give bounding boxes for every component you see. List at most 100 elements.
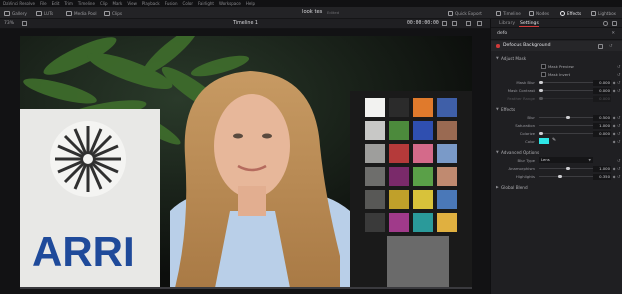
- mask-invert-checkbox[interactable]: [541, 72, 546, 77]
- anamorphism-value[interactable]: 1.000: [593, 165, 611, 172]
- reset-icon[interactable]: ↺: [617, 139, 621, 144]
- tab-settings[interactable]: Settings: [520, 21, 539, 26]
- reset-icon[interactable]: ↺: [617, 64, 621, 69]
- lightbox-button[interactable]: Lightbox: [591, 8, 616, 18]
- slider-knob[interactable]: [539, 80, 543, 85]
- luts-button[interactable]: LUTs: [36, 9, 53, 17]
- keyframe-icon[interactable]: [612, 116, 616, 120]
- divider: [491, 39, 622, 40]
- reset-icon[interactable]: ↺: [617, 158, 621, 163]
- menu-clip[interactable]: Clip: [100, 0, 108, 7]
- highlights-value[interactable]: 0.350: [593, 173, 611, 180]
- search-input[interactable]: defo ✕: [497, 30, 615, 38]
- timeline-name[interactable]: Timeline 1: [233, 21, 258, 26]
- search-icon[interactable]: [603, 21, 608, 26]
- reset-icon[interactable]: ↺: [617, 72, 621, 77]
- nodes-button[interactable]: Nodes: [529, 8, 549, 18]
- menu-fairlight[interactable]: Fairlight: [198, 0, 214, 7]
- mask-preview-checkbox[interactable]: [541, 64, 546, 69]
- mask-blur-value[interactable]: 0.000: [593, 79, 611, 86]
- menu-file[interactable]: File: [40, 0, 47, 7]
- menu-help[interactable]: Help: [246, 0, 255, 7]
- color-swatch[interactable]: [539, 138, 549, 145]
- reset-icon[interactable]: ↺: [617, 115, 621, 120]
- slider-knob[interactable]: [566, 115, 570, 120]
- delete-effect-icon[interactable]: [598, 43, 603, 49]
- quick-export-button[interactable]: Quick Export: [448, 8, 482, 18]
- mask-contrast-slider[interactable]: [539, 88, 597, 93]
- keyframe-icon[interactable]: [612, 140, 616, 144]
- menu-edit[interactable]: Edit: [52, 0, 60, 7]
- blur-value[interactable]: 0.500: [593, 114, 611, 121]
- menu-trim[interactable]: Trim: [64, 0, 73, 7]
- menu-fusion[interactable]: Fusion: [165, 0, 178, 7]
- menu-playback[interactable]: Playback: [142, 0, 160, 7]
- saturation-slider[interactable]: [539, 123, 597, 128]
- media-pool-button[interactable]: Media Pool: [66, 9, 97, 17]
- menu-timeline[interactable]: Timeline: [78, 0, 95, 7]
- blur-slider[interactable]: [539, 115, 597, 120]
- collapse-arrow-icon: ▼: [496, 56, 499, 60]
- effect-header[interactable]: Defocus Background ↺: [491, 41, 622, 51]
- menu-color[interactable]: Color: [183, 0, 193, 7]
- clips-button[interactable]: Clips: [104, 9, 122, 17]
- effect-enable-icon[interactable]: [496, 44, 500, 48]
- gallery-button[interactable]: Gallery: [4, 9, 27, 17]
- viewer-mode-icon[interactable]: [442, 21, 447, 26]
- mask-blur-slider[interactable]: [539, 80, 597, 85]
- reset-effect-icon[interactable]: ↺: [609, 43, 613, 48]
- slider-knob[interactable]: [566, 166, 570, 171]
- reset-icon[interactable]: ↺: [617, 131, 621, 136]
- saturation-value[interactable]: 1.000: [593, 122, 611, 129]
- section-global-blend[interactable]: ▶ Global Blend: [491, 183, 622, 191]
- colorize-slider[interactable]: [539, 131, 597, 136]
- blur-type-dropdown[interactable]: Lens ▼: [539, 157, 593, 164]
- highlights-slider[interactable]: [539, 174, 597, 179]
- mask-blur-row: Mask Blur 0.000 ↺: [491, 79, 622, 86]
- timecode[interactable]: 00:00:00:00: [407, 21, 439, 26]
- mask-preview-row: Mask Preview ↺: [491, 63, 622, 70]
- clips-icon: [104, 10, 110, 16]
- panel-options-icon[interactable]: [612, 21, 617, 26]
- effects-panel: Library Settings defo ✕ Defocus Backgrou…: [490, 19, 622, 294]
- menu-app[interactable]: DaVinci Resolve: [3, 0, 35, 7]
- menu-mark[interactable]: Mark: [113, 0, 123, 7]
- keyframe-icon[interactable]: [612, 167, 616, 171]
- timeline-button[interactable]: Timeline: [496, 8, 521, 18]
- zoom-select[interactable]: 73%: [4, 21, 14, 26]
- reset-icon[interactable]: ↺: [617, 123, 621, 128]
- checker-patch: [389, 167, 409, 186]
- keyframe-icon[interactable]: [612, 81, 616, 85]
- reset-icon[interactable]: ↺: [617, 88, 621, 93]
- slider-knob[interactable]: [539, 131, 543, 136]
- more-options-icon[interactable]: [477, 21, 482, 26]
- menu-workspace[interactable]: Workspace: [219, 0, 241, 7]
- tab-library[interactable]: Library: [499, 21, 515, 26]
- viewer-options-icon[interactable]: [22, 21, 27, 26]
- clear-search-icon[interactable]: ✕: [611, 30, 615, 38]
- keyframe-icon[interactable]: [612, 175, 616, 179]
- mask-contrast-value[interactable]: 0.000: [593, 87, 611, 94]
- slider-knob[interactable]: [539, 88, 543, 93]
- reset-icon[interactable]: ↺: [617, 174, 621, 179]
- viewer-scrub-bar[interactable]: [20, 287, 472, 289]
- split-view-icon[interactable]: [452, 21, 457, 26]
- keyframe-icon[interactable]: [612, 132, 616, 136]
- eyedropper-icon[interactable]: ✎: [552, 138, 556, 143]
- audio-icon[interactable]: [466, 21, 471, 26]
- section-adjust-mask[interactable]: ▼ Adjust Mask: [491, 54, 622, 62]
- menu-view[interactable]: View: [127, 0, 137, 7]
- blur-type-value: Lens: [541, 157, 550, 163]
- keyframe-icon[interactable]: [612, 124, 616, 128]
- colorize-value[interactable]: 0.000: [593, 130, 611, 137]
- colorize-label: Colorize: [519, 131, 535, 136]
- effects-button[interactable]: Effects: [560, 8, 581, 18]
- anamorphism-slider[interactable]: [539, 166, 597, 171]
- reset-icon[interactable]: ↺: [617, 80, 621, 85]
- keyframe-icon[interactable]: [612, 89, 616, 93]
- slider-knob[interactable]: [558, 174, 562, 179]
- video-frame[interactable]: ARRI: [20, 36, 472, 288]
- section-advanced-options[interactable]: ▼ Advanced Options: [491, 148, 622, 156]
- section-effects[interactable]: ▼ Effects: [491, 105, 622, 113]
- reset-icon[interactable]: ↺: [617, 166, 621, 171]
